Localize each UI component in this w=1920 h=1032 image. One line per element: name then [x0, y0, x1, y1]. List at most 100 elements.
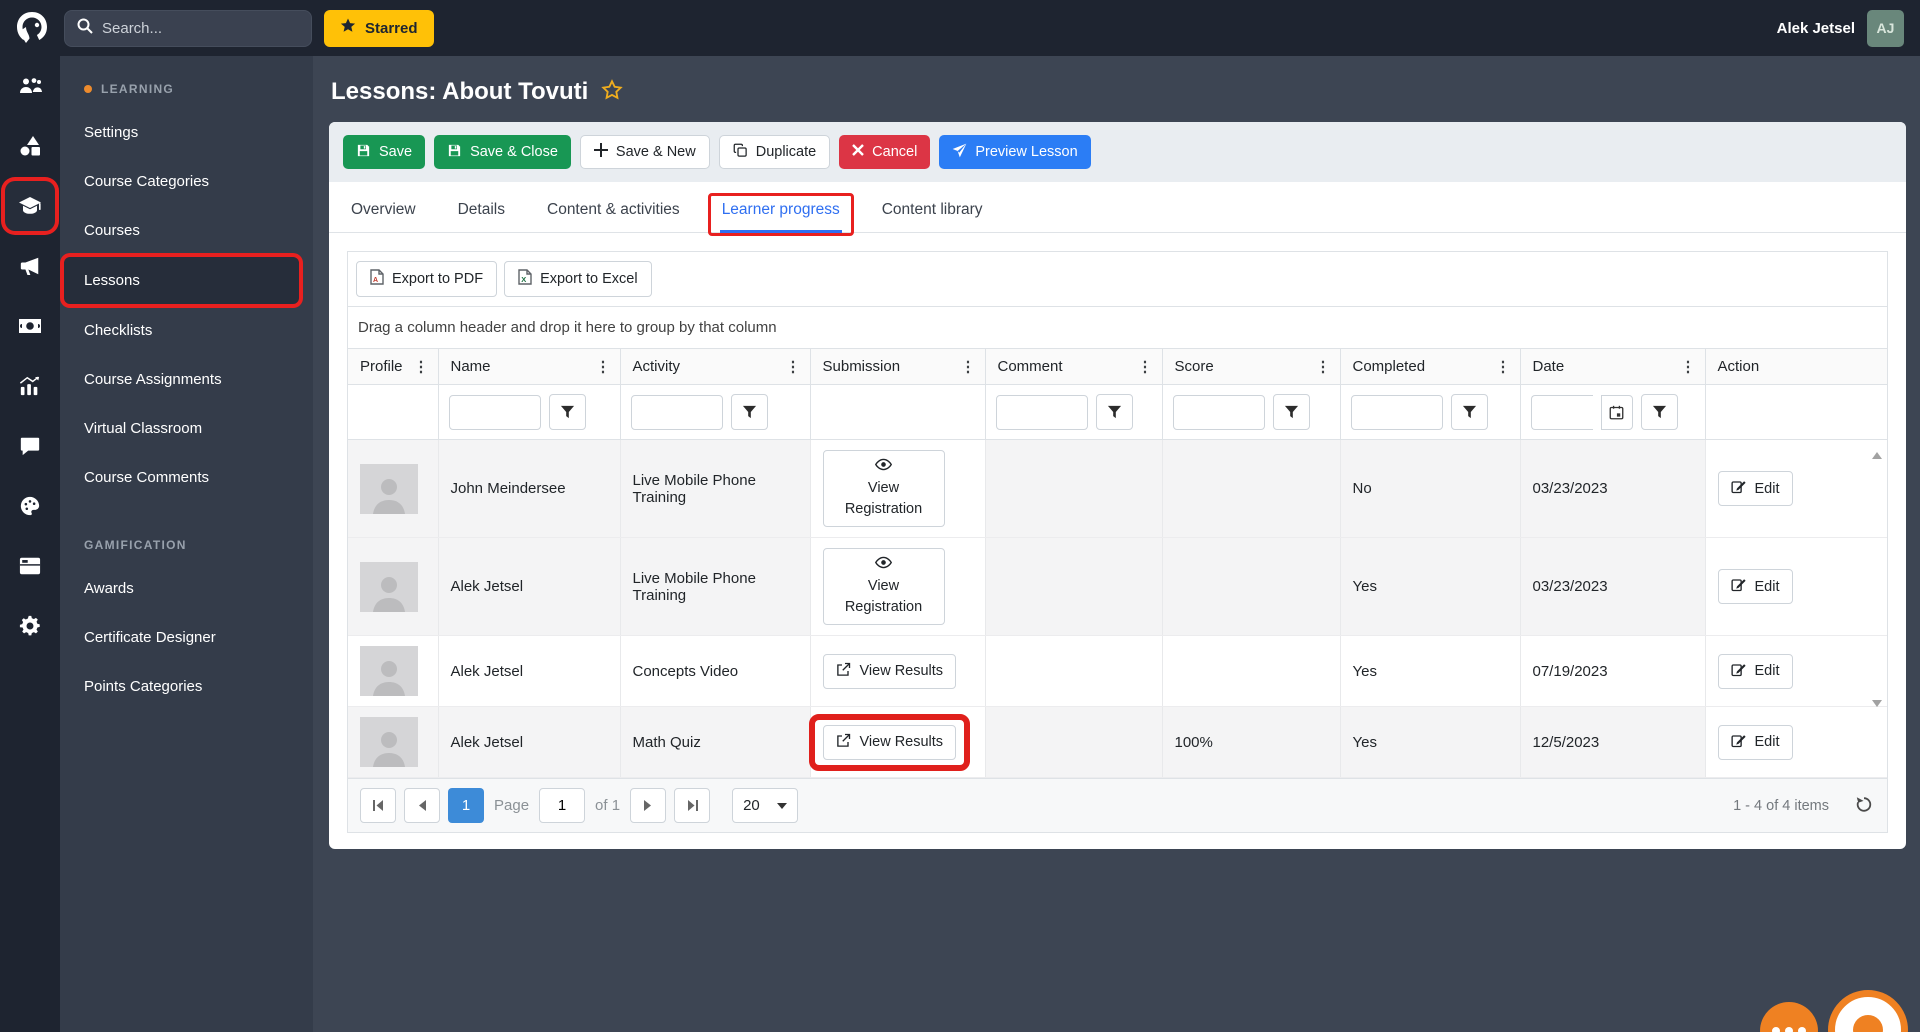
cancel-button[interactable]: Cancel — [839, 135, 931, 169]
filter-input-comment[interactable] — [995, 394, 1088, 430]
tab-learner-progress[interactable]: Learner progress — [707, 186, 854, 236]
cell-comment — [984, 706, 1162, 779]
view-registration-button[interactable]: View Registration — [822, 548, 945, 626]
filter-input-date[interactable] — [1530, 394, 1593, 430]
column-header-name[interactable]: Name ⋮ — [437, 349, 620, 385]
scrollbar-up-arrow[interactable] — [1872, 452, 1882, 459]
filter-button-completed[interactable] — [1450, 394, 1488, 430]
filter-button-date[interactable] — [1640, 394, 1678, 430]
favorite-star-icon[interactable] — [601, 78, 624, 106]
search-input[interactable] — [102, 19, 299, 37]
starred-button[interactable]: Starred — [324, 9, 434, 47]
edit-button[interactable]: Edit — [1717, 653, 1793, 689]
filter-input-name[interactable] — [448, 394, 541, 430]
rail-analytics-icon[interactable] — [0, 356, 60, 416]
sidebar-item-points-categories[interactable]: Points Categories — [60, 662, 313, 711]
user-avatar[interactable]: AJ — [1867, 9, 1904, 47]
user-name[interactable]: Alek Jetsel — [1777, 20, 1855, 37]
filter-button-activity[interactable] — [730, 394, 768, 430]
preview-lesson-button[interactable]: Preview Lesson — [939, 135, 1091, 169]
column-menu-icon[interactable]: ⋮ — [1496, 359, 1511, 374]
chevron-down-icon — [777, 802, 788, 809]
sidebar-item-lessons[interactable]: Lessons — [64, 257, 299, 304]
cell-activity: Math Quiz — [619, 706, 810, 779]
pager-last-button[interactable] — [674, 788, 711, 824]
pager-first-button[interactable] — [360, 788, 396, 824]
column-menu-icon[interactable]: ⋮ — [961, 359, 976, 374]
sidebar-item-virtual-classroom[interactable]: Virtual Classroom — [60, 404, 313, 453]
duplicate-button[interactable]: Duplicate — [718, 135, 831, 169]
column-menu-icon[interactable]: ⋮ — [786, 359, 801, 374]
cell-name: John Meindersee — [437, 439, 620, 539]
view-results-button[interactable]: View Results — [822, 724, 957, 760]
export-excel-button[interactable]: X Export to Excel — [504, 261, 652, 297]
filter-button-name[interactable] — [548, 394, 586, 430]
rail-users-icon[interactable] — [0, 56, 60, 116]
rail-palette-icon[interactable] — [0, 476, 60, 536]
tab-details[interactable]: Details — [456, 186, 507, 232]
save-close-button[interactable]: Save & Close — [434, 135, 571, 169]
scrollbar-down-arrow[interactable] — [1872, 700, 1882, 707]
close-x-icon — [852, 144, 865, 160]
pager-prev-button[interactable] — [404, 788, 440, 824]
column-header-profile[interactable]: Profile ⋮ — [348, 349, 438, 385]
learner-progress-grid: A Export to PDF X Export to Excel Drag a… — [347, 251, 1888, 834]
column-header-score[interactable]: Score ⋮ — [1161, 349, 1340, 385]
sidebar-item-course-comments[interactable]: Course Comments — [60, 453, 313, 502]
page-size-dropdown[interactable]: 20 — [732, 788, 799, 824]
edit-pencil-icon — [1730, 662, 1746, 681]
tovuti-logo-icon[interactable] — [12, 8, 52, 48]
rail-settings-gear-icon[interactable] — [0, 596, 60, 656]
sidebar-item-courses[interactable]: Courses — [60, 206, 313, 255]
rail-window-icon[interactable] — [0, 536, 60, 596]
cell-score — [1161, 439, 1340, 539]
sidebar-item-certificate-designer[interactable]: Certificate Designer — [60, 613, 313, 662]
edit-button[interactable]: Edit — [1717, 471, 1793, 507]
column-header-action[interactable]: Action — [1704, 349, 1887, 385]
edit-label: Edit — [1754, 663, 1780, 680]
column-header-comment[interactable]: Comment ⋮ — [984, 349, 1162, 385]
edit-button[interactable]: Edit — [1717, 724, 1793, 760]
view-results-button[interactable]: View Results — [822, 653, 957, 689]
rail-megaphone-icon[interactable] — [0, 236, 60, 296]
sidebar-item-awards[interactable]: Awards — [60, 564, 313, 613]
rail-shapes-icon[interactable] — [0, 116, 60, 176]
column-header-activity[interactable]: Activity ⋮ — [619, 349, 810, 385]
column-menu-icon[interactable]: ⋮ — [1681, 359, 1696, 374]
pager-current-page[interactable]: 1 — [448, 788, 484, 824]
global-search[interactable] — [64, 9, 312, 47]
sidebar-item-course-categories[interactable]: Course Categories — [60, 157, 313, 206]
tab-overview[interactable]: Overview — [349, 186, 418, 232]
save-new-button[interactable]: Save & New — [579, 135, 710, 169]
filter-button-score[interactable] — [1272, 394, 1310, 430]
rail-chat-icon[interactable] — [0, 416, 60, 476]
save-button[interactable]: Save — [343, 135, 426, 169]
filter-input-score[interactable] — [1172, 394, 1265, 430]
filter-button-comment[interactable] — [1095, 394, 1133, 430]
edit-button[interactable]: Edit — [1717, 569, 1793, 605]
filter-input-completed[interactable] — [1350, 394, 1443, 430]
sidebar-item-settings[interactable]: Settings — [60, 108, 313, 157]
column-menu-icon[interactable]: ⋮ — [1138, 359, 1153, 374]
view-registration-button[interactable]: View Registration — [822, 450, 945, 528]
tab-content-activities[interactable]: Content & activities — [545, 186, 682, 232]
sidebar-menu: LEARNING Settings Course Categories Cour… — [60, 56, 313, 1032]
calendar-button[interactable] — [1600, 394, 1633, 430]
column-menu-icon[interactable]: ⋮ — [596, 359, 611, 374]
column-menu-icon[interactable]: ⋮ — [1316, 359, 1331, 374]
sidebar-item-checklists[interactable]: Checklists — [60, 306, 313, 355]
sidebar-item-course-assignments[interactable]: Course Assignments — [60, 355, 313, 404]
rail-learning-icon[interactable] — [5, 181, 55, 231]
tab-content-library[interactable]: Content library — [880, 186, 985, 232]
rail-money-icon[interactable] — [0, 296, 60, 356]
refresh-button[interactable] — [1855, 795, 1873, 816]
column-header-date[interactable]: Date ⋮ — [1519, 349, 1705, 385]
export-pdf-button[interactable]: A Export to PDF — [356, 261, 498, 297]
pager-page-input[interactable] — [539, 788, 586, 824]
column-header-submission[interactable]: Submission ⋮ — [809, 349, 985, 385]
column-header-completed[interactable]: Completed ⋮ — [1339, 349, 1520, 385]
filter-input-activity[interactable] — [630, 394, 723, 430]
grid-group-panel[interactable]: Drag a column header and drop it here to… — [348, 307, 1887, 349]
column-menu-icon[interactable]: ⋮ — [414, 359, 429, 374]
pager-next-button[interactable] — [630, 788, 667, 824]
